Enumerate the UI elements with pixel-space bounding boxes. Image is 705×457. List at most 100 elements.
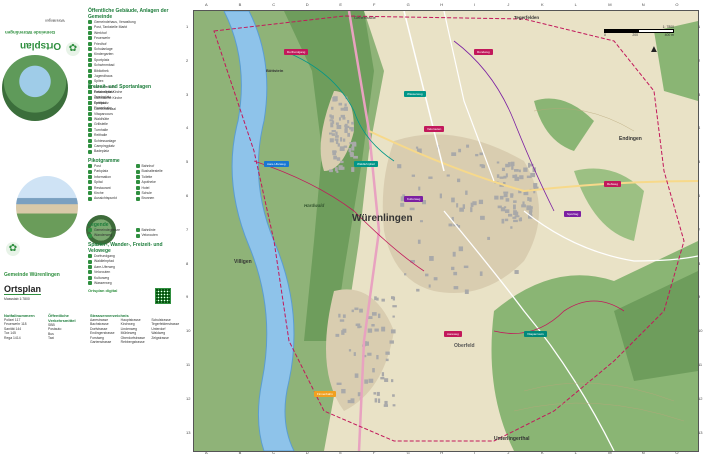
route-tag[interactable]: Vitaparcours	[524, 331, 547, 337]
building	[350, 127, 354, 132]
route-tag[interactable]: Aare-Uferweg	[264, 161, 289, 167]
building	[470, 207, 473, 213]
building	[417, 239, 421, 244]
building	[397, 164, 402, 169]
sec2-item: Turnhalle	[88, 128, 180, 133]
legend-label: Spital	[94, 180, 103, 185]
building	[385, 351, 390, 355]
route-tag[interactable]: Wasserweg	[404, 91, 426, 97]
sec3-item: Parkplatz	[88, 169, 133, 174]
building	[353, 155, 358, 159]
legend-label: Gemeindegrenze	[94, 228, 121, 232]
building	[335, 167, 338, 172]
building	[501, 218, 505, 224]
building	[428, 176, 433, 179]
grid-letter: A	[205, 2, 208, 7]
building	[329, 138, 334, 143]
building	[340, 114, 345, 118]
route-tag[interactable]: Dorfrundgang	[284, 49, 309, 55]
building	[514, 270, 519, 274]
legend-swatch-icon	[88, 281, 92, 286]
building	[512, 216, 517, 219]
sec3-item: Information	[88, 174, 133, 180]
top-label-2: Tegerfelden	[514, 15, 540, 20]
building	[519, 217, 523, 222]
grid-letter: J	[507, 2, 510, 7]
legend-swatch-icon	[88, 41, 92, 46]
legend-panel: Ortsplan Gemeinde Würenlingen Würenlinge…	[0, 0, 184, 457]
legend-label: Schulanlage	[94, 47, 113, 52]
building	[353, 352, 356, 356]
building	[371, 323, 375, 327]
scale-tick-2: 400 m	[664, 33, 674, 38]
sec3-item: Post	[88, 164, 133, 169]
building	[530, 206, 533, 209]
building	[336, 124, 342, 130]
legend-swatch-icon	[88, 25, 92, 30]
map-canvas[interactable]: Dorfrundgang Waldlehrpfad Aare-Uferweg Kult…	[193, 10, 699, 452]
sec4-item: Bahnlinie	[135, 228, 181, 233]
building	[351, 121, 354, 125]
building	[475, 153, 479, 157]
legend-swatch-icon	[88, 128, 92, 133]
legend-label: Sportplatz	[94, 57, 110, 62]
route-tag[interactable]: Waldlehrpfad	[354, 161, 378, 167]
building	[374, 398, 378, 403]
sec2-item: Finnenbahn	[88, 106, 180, 111]
building	[415, 146, 419, 149]
building	[374, 296, 377, 301]
route-tag[interactable]: Velorouten	[424, 126, 445, 132]
route-tag[interactable]: Sporttag	[564, 211, 582, 217]
building	[373, 392, 377, 395]
building	[383, 404, 389, 407]
building	[337, 143, 340, 147]
legend-label: Restaurant	[94, 185, 111, 190]
grid-number: 12	[186, 395, 191, 401]
legend-swatch-icon	[135, 196, 140, 201]
legend-label: Feuerwehr	[94, 36, 111, 41]
route-tag[interactable]: Finnenbahn	[314, 391, 336, 397]
route-tag[interactable]: Rebweg	[604, 181, 622, 187]
legend-swatch-icon	[135, 228, 140, 233]
building	[433, 277, 438, 281]
building	[452, 251, 456, 257]
legend-swatch-icon	[88, 58, 92, 63]
building	[487, 236, 491, 240]
building	[331, 106, 334, 110]
route-tag[interactable]: Rundweg	[474, 49, 493, 55]
route-tag[interactable]: Aareweg	[444, 331, 462, 337]
sec5-item: Wasserweg	[88, 281, 180, 286]
legend-label: Werkhof	[94, 30, 107, 35]
brand-logo-top: ✿	[66, 42, 80, 56]
section-pictograms: Pikotgramme Post Bahnhof Parkplatz Bushalte…	[88, 158, 180, 202]
building	[508, 213, 513, 217]
building	[343, 106, 348, 111]
building	[513, 204, 516, 210]
building	[335, 333, 340, 337]
building	[348, 147, 352, 153]
grid-letter: L	[574, 2, 577, 7]
building	[332, 96, 337, 102]
sec1-item: Gemeindehaus, Verwaltung	[88, 20, 180, 25]
building	[529, 197, 532, 202]
building	[359, 308, 363, 313]
legend-label: Information	[94, 174, 111, 179]
legend-swatch-icon	[88, 144, 92, 149]
building	[384, 400, 388, 405]
info-column: Notfallnummern Polizei 117 Feuerwehr 118 Sa…	[4, 313, 44, 453]
building	[351, 167, 355, 172]
building	[344, 103, 347, 107]
sec1-item: Werkhof	[88, 30, 180, 36]
info-item: Gartenstrasse	[90, 340, 112, 345]
legend-label: Toilette	[141, 174, 153, 179]
legend-label: Aussichtspunkt	[94, 196, 117, 201]
legend-swatch-icon	[88, 138, 92, 143]
legend-label: Bahnlinie	[141, 228, 156, 232]
building	[347, 132, 351, 137]
building	[338, 117, 341, 121]
grid-number: 8	[186, 260, 189, 266]
qr-code[interactable]	[155, 288, 171, 304]
sec4-item: Velorouten	[135, 233, 181, 238]
building	[339, 319, 345, 322]
route-tag[interactable]: Kulturweg	[404, 196, 424, 202]
